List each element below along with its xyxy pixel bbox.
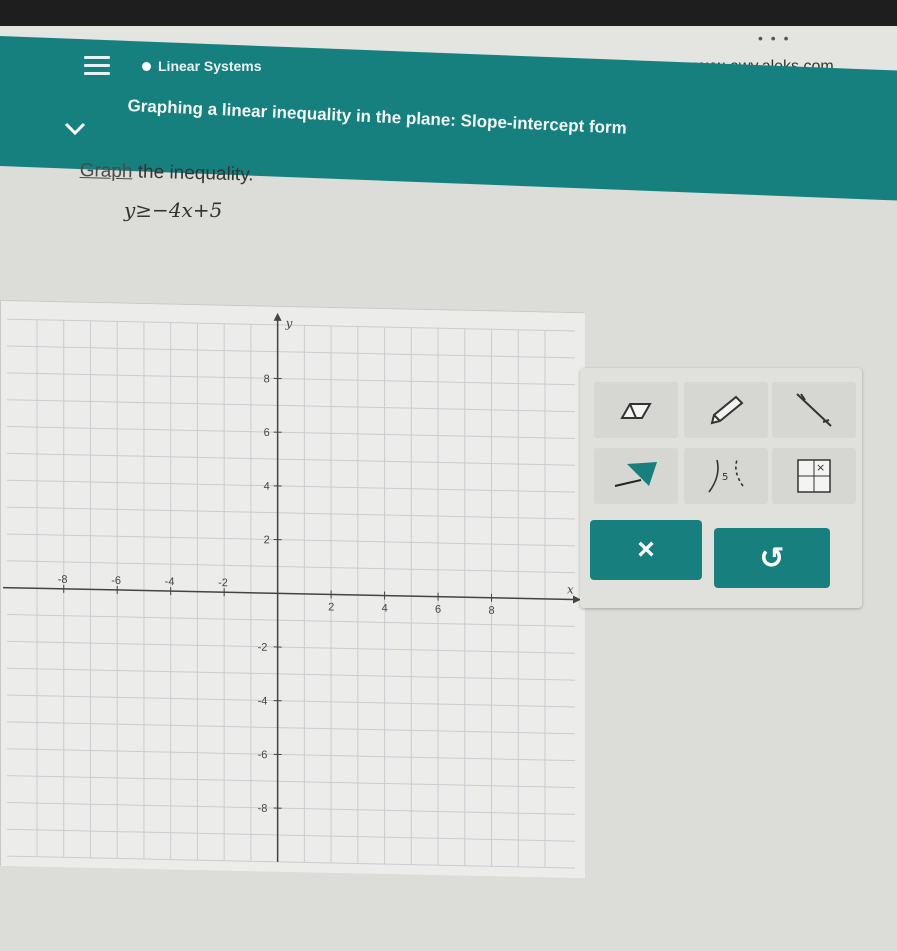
svg-text:×: × (816, 461, 825, 474)
y-tick-label: 4 (264, 481, 270, 493)
y-tick-label: 2 (264, 534, 270, 546)
y-tick-label: -6 (258, 749, 268, 761)
ellipsis-icon[interactable]: • • • (758, 30, 790, 46)
graph-link[interactable]: Graph (79, 160, 132, 182)
hamburger-icon[interactable] (84, 56, 110, 78)
coordinate-plane[interactable]: x y -8 -6 -4 -2 2 4 6 8 8 6 4 2 -2 -4 -6 -8 (1, 301, 585, 879)
x-tick-label: 2 (328, 601, 334, 613)
pencil-icon (710, 395, 744, 425)
topic-label[interactable]: Linear Systems (142, 58, 262, 74)
x-tick-label: -8 (58, 574, 68, 586)
y-tick-label: -4 (258, 695, 268, 707)
dashed-curve-icon: 5 (708, 459, 744, 493)
eraser-tool[interactable] (594, 382, 678, 438)
y-tick-label: 6 (264, 427, 270, 439)
line-segment-icon (796, 393, 832, 427)
y-tick-label: -2 (258, 642, 268, 654)
flag-shade-icon (614, 462, 657, 487)
no-solution-tool[interactable]: × (772, 448, 856, 504)
question-prompt: Graph the inequality. (79, 160, 253, 187)
chevron-down-icon[interactable] (64, 116, 86, 142)
svg-text:5: 5 (722, 472, 728, 483)
y-axis-label: y (285, 316, 293, 330)
inequality-equation: y≥−4x+5 (124, 198, 223, 222)
x-axis-label: x (567, 582, 574, 596)
x-tick-label: -4 (165, 576, 175, 588)
x-tick-label: -6 (111, 575, 121, 587)
graph-toolbox: 5 × × ↺ (580, 368, 862, 608)
pencil-tool[interactable] (684, 382, 768, 438)
x-tick-label: 6 (435, 604, 441, 616)
clear-button[interactable]: × (590, 520, 702, 580)
x-tick-label: 4 (382, 602, 388, 614)
prompt-rest: the inequality. (132, 161, 254, 186)
eraser-icon (620, 403, 652, 419)
graph-panel[interactable]: x y -8 -6 -4 -2 2 4 6 8 8 6 4 2 -2 -4 -6 -8 (0, 300, 585, 879)
x-tick-label: -2 (218, 577, 228, 589)
topic-text: Linear Systems (158, 58, 262, 74)
undo-button[interactable]: ↺ (714, 528, 830, 588)
topic-dot-icon (142, 62, 151, 71)
dashed-curve-tool[interactable]: 5 (684, 448, 768, 504)
x-tick-label: 8 (489, 605, 495, 617)
y-tick-label: -8 (258, 803, 268, 815)
shade-tool[interactable] (594, 448, 678, 504)
line-tool[interactable] (772, 382, 856, 438)
y-tick-label: 8 (264, 373, 270, 385)
grid-x-icon: × (797, 459, 831, 493)
